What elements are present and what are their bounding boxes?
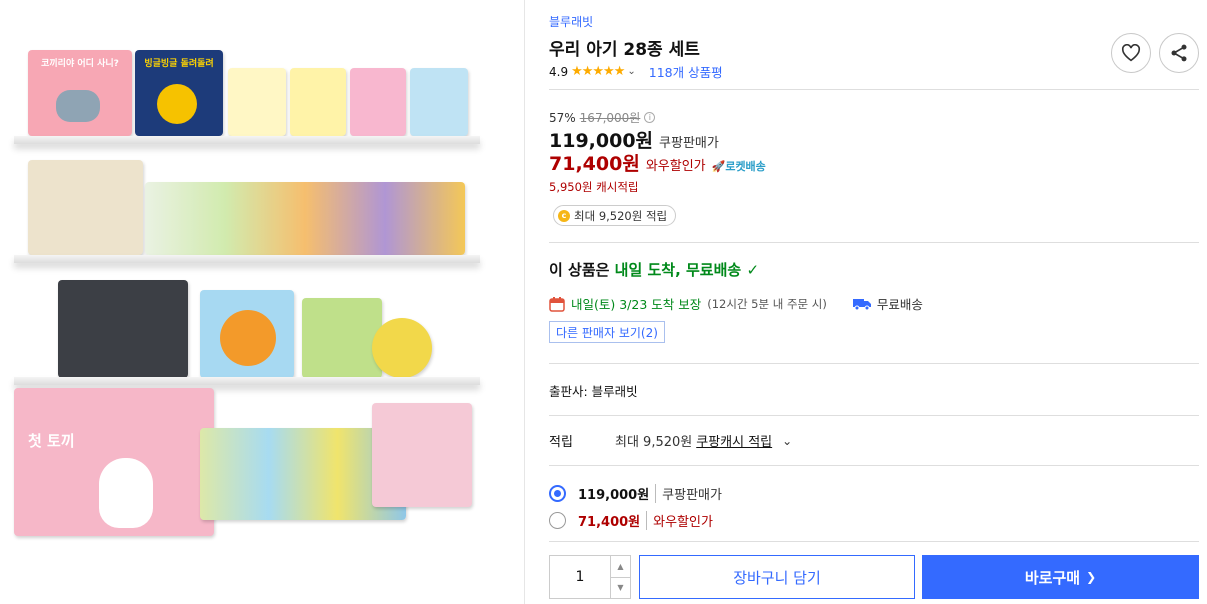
reward-label: 적립 (549, 435, 573, 450)
divider (549, 541, 1199, 542)
check-icon: ✓ (746, 261, 760, 279)
rating: 4.9 ★★★★★ ⌄ 118개 상품평 (549, 62, 723, 81)
soft-ball (372, 318, 432, 378)
free-shipping: 무료배송 (852, 294, 923, 313)
divider (549, 465, 1199, 466)
radio-selected[interactable] (549, 485, 566, 502)
gift-box: 첫 토끼 (14, 388, 214, 536)
brand-link[interactable]: 블루래빗 (549, 13, 593, 30)
product-image[interactable]: 코끼리야 어디 사니? 빙글빙글 돌려돌려 첫 토끼 (0, 0, 524, 604)
max-reward-text: 최대 9,520원 적립 (574, 208, 668, 223)
wow-price-label: 와우할인가 (645, 159, 706, 174)
option-label: 쿠팡판매가 (662, 488, 722, 503)
product-title: 우리 아기 28종 세트 (549, 40, 700, 60)
shelf (14, 136, 480, 144)
quantity-input[interactable]: 1 (550, 556, 610, 598)
book-elephant: 코끼리야 어디 사니? (28, 50, 132, 136)
wow-price: 71,400원 (549, 153, 640, 175)
reward-text: 최대 9,520원 (615, 435, 693, 450)
price-option-regular[interactable]: 119,000원 쿠팡판매가 (549, 484, 722, 503)
divider (549, 89, 1199, 90)
arrival-date: 내일(토) 3/23 도착 보장 (571, 297, 702, 312)
coupang-cash-link[interactable]: 쿠팡캐시 적립 (696, 431, 772, 450)
book-small-2 (290, 68, 346, 136)
divider (549, 415, 1199, 416)
buy-now-label: 바로구매 (1024, 568, 1081, 587)
book-small-1 (228, 68, 286, 136)
rating-score: 4.9 (549, 64, 569, 79)
elephant-illustration (56, 90, 100, 122)
book-shapes (58, 280, 188, 378)
book-small-4 (410, 68, 468, 136)
other-sellers-button[interactable]: 다른 판매자 보기(2) (549, 321, 665, 343)
book-tiger (200, 290, 294, 378)
chevron-right-icon: ❯ (1086, 570, 1097, 584)
star-rating-icon: ★★★★★ (571, 64, 625, 79)
book-green (302, 298, 382, 378)
cash-reward: 5,950원 캐시적립 (549, 180, 639, 194)
calendar-icon (549, 296, 565, 312)
price-option-wow[interactable]: 71,400원 와우할인가 (549, 511, 713, 530)
quantity-stepper[interactable]: 1 ▲ ▼ (549, 555, 631, 599)
divider (524, 0, 525, 604)
decrement-icon[interactable]: ▼ (611, 576, 630, 599)
rocket-delivery-badge: 🚀로켓배송 (711, 160, 766, 173)
book-small-3 (350, 68, 406, 136)
max-reward-badge: c 최대 9,520원 적립 (553, 205, 677, 226)
add-to-cart-button[interactable]: 장바구니 담기 (639, 555, 915, 599)
truck-icon (852, 298, 871, 310)
divider (549, 242, 1199, 243)
original-price: 167,000원 (579, 111, 641, 125)
coin-icon: c (558, 209, 570, 222)
discount-rate: 57% (549, 110, 576, 125)
divider (549, 363, 1199, 364)
option-price: 119,000원 (578, 484, 657, 503)
share-button[interactable] (1159, 33, 1199, 73)
wow-price-row: 71,400원 와우할인가 🚀로켓배송 (549, 149, 766, 176)
animal-cutouts (145, 182, 465, 255)
buy-now-button[interactable]: 바로구매 ❯ (922, 555, 1199, 599)
share-icon (1171, 44, 1187, 62)
shelf (14, 377, 480, 385)
order-cutoff: (12시간 5분 내 주문 시) (707, 296, 827, 311)
option-label: 와우할인가 (653, 515, 713, 530)
discount-info: 57% 167,000원 i (549, 109, 656, 126)
shelf (14, 255, 480, 263)
radio-unselected[interactable] (549, 512, 566, 529)
heart-icon (1121, 44, 1141, 62)
favorite-button[interactable] (1111, 33, 1151, 73)
book-spin: 빙글빙글 돌려돌려 (135, 50, 223, 136)
stepper-buttons: ▲ ▼ (610, 556, 630, 598)
review-count-link[interactable]: 118개 상품평 (649, 62, 723, 81)
product-info: 블루래빗 우리 아기 28종 세트 4.9 ★★★★★ ⌄ 118개 상품평 5… (549, 0, 1199, 604)
book-start (372, 403, 472, 507)
info-icon[interactable]: i (644, 112, 656, 123)
option-price: 71,400원 (578, 511, 648, 530)
increment-icon[interactable]: ▲ (611, 556, 630, 577)
chevron-down-icon[interactable]: ⌄ (782, 434, 792, 448)
publisher: 출판사: 블루래빗 (549, 384, 638, 399)
reward-row: 적립 최대 9,520원 쿠팡캐시 적립 ⌄ (549, 431, 792, 451)
arrival-headline: 이 상품은 내일 도착, 무료배송 ✓ (549, 261, 760, 279)
chevron-down-icon[interactable]: ⌄ (627, 66, 635, 77)
delivery-info: 내일(토) 3/23 도착 보장 (12시간 5분 내 주문 시) 무료배송 (549, 294, 923, 313)
book-animals (28, 160, 143, 255)
